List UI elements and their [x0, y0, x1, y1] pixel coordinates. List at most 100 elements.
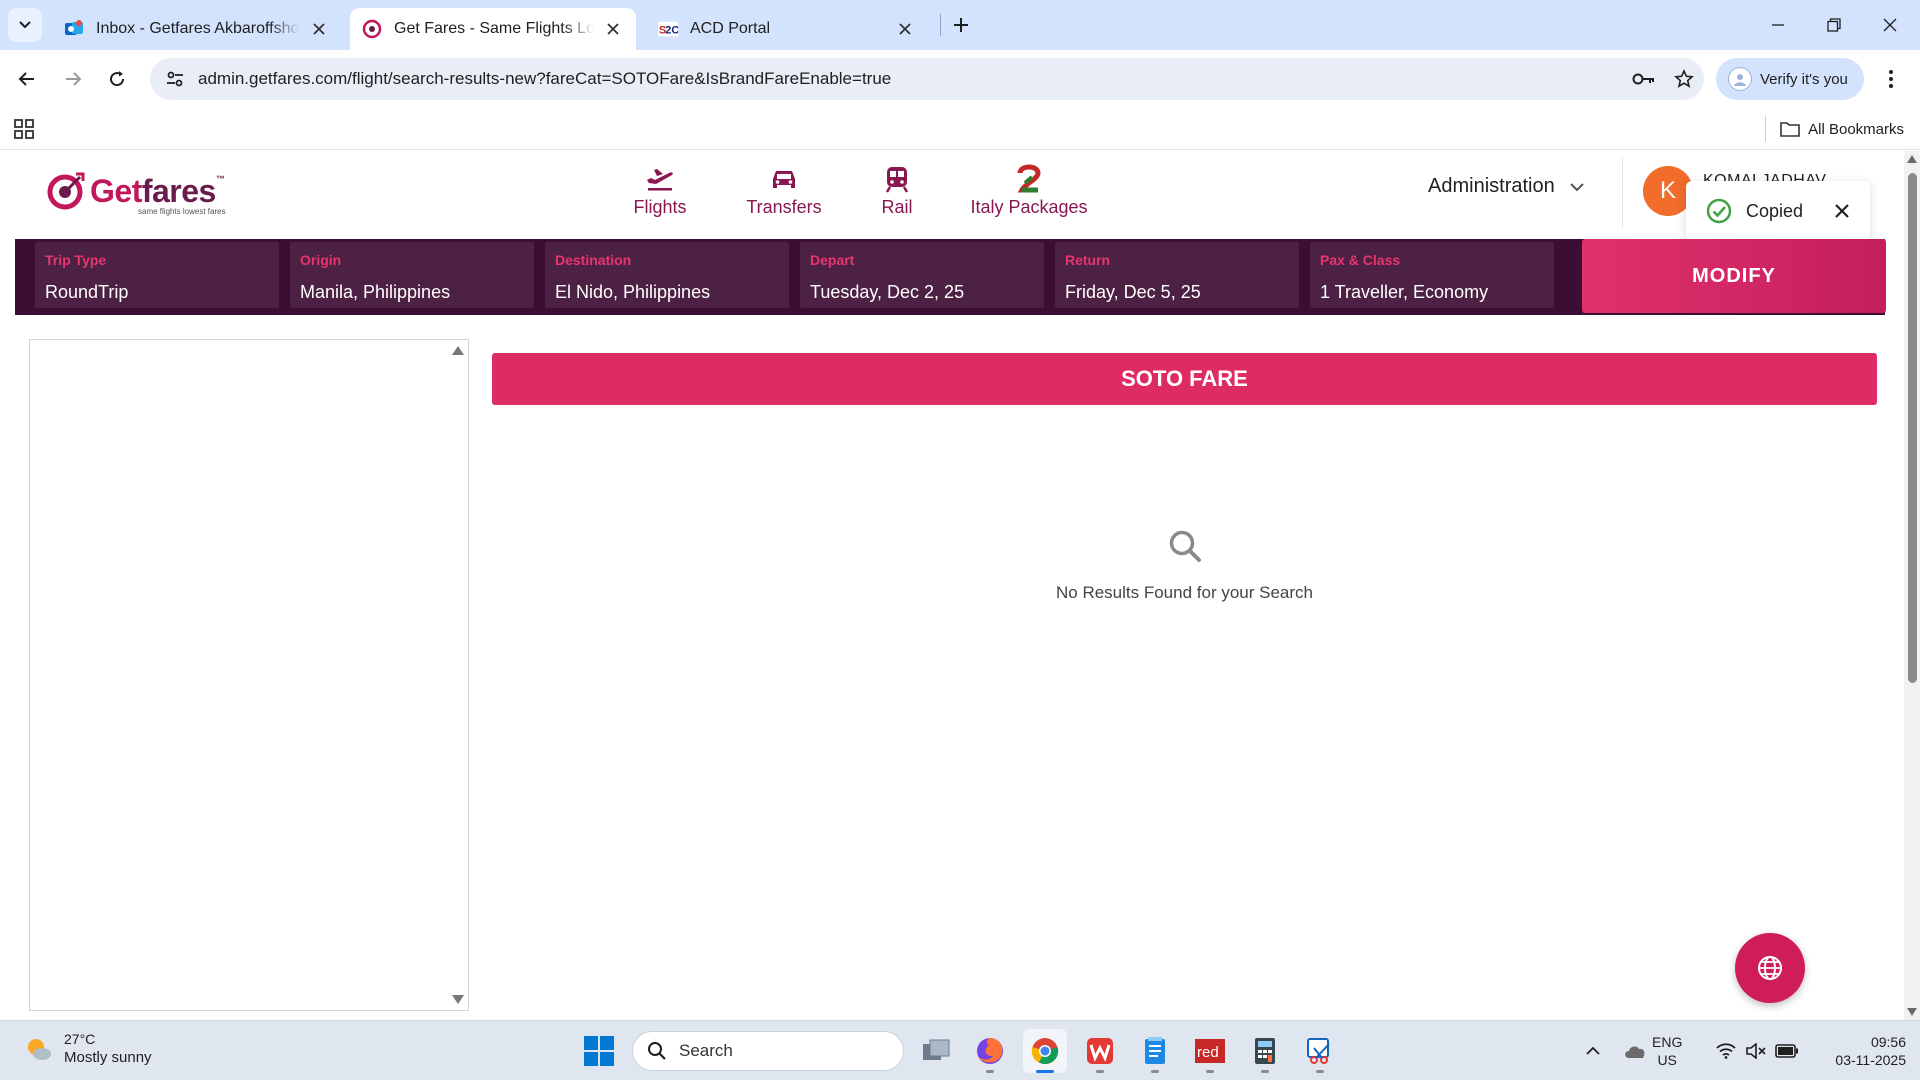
language-globe-button[interactable]	[1735, 933, 1805, 1003]
logo-text-fares: fares	[141, 173, 217, 209]
acd-portal-favicon-icon: S 2C	[658, 19, 678, 39]
folder-icon	[1780, 122, 1800, 137]
nav-label: Transfers	[746, 197, 822, 217]
url-text[interactable]: admin.getfares.com/flight/search-results…	[198, 69, 1624, 89]
return-field[interactable]: Return Friday, Dec 5, 25	[1055, 242, 1299, 308]
battery-tray[interactable]	[1772, 1021, 1802, 1081]
new-tab-button[interactable]	[944, 8, 978, 42]
calculator-icon	[1255, 1038, 1275, 1064]
windows-taskbar: 27°C Mostly sunny Search red ENG US 09:5…	[0, 1020, 1920, 1080]
tab-search-button[interactable]	[8, 8, 42, 42]
system-clock[interactable]: 09:56 03-11-2025	[1808, 1033, 1906, 1069]
bookmarks-bar: All Bookmarks	[0, 108, 1920, 150]
field-label: Pax & Class	[1320, 252, 1401, 268]
browser-menu-button[interactable]	[1874, 62, 1908, 96]
all-bookmarks-button[interactable]: All Bookmarks	[1765, 116, 1904, 142]
onedrive-tray[interactable]	[1620, 1021, 1650, 1081]
redis-app[interactable]: red	[1188, 1029, 1232, 1073]
task-view-icon	[923, 1039, 950, 1060]
tab-close-icon[interactable]	[308, 18, 330, 40]
bookmark-star-icon[interactable]	[1664, 59, 1704, 99]
reload-button[interactable]	[100, 62, 134, 96]
origin-field[interactable]: Origin Manila, Philippines	[290, 242, 534, 308]
notepad-app[interactable]	[1133, 1029, 1177, 1073]
scroll-down-arrow[interactable]	[452, 995, 464, 1004]
verify-identity-button[interactable]: Verify it's you	[1716, 58, 1864, 100]
user-name[interactable]: KOMALJADHAV	[1703, 167, 1826, 181]
password-key-icon[interactable]	[1624, 59, 1664, 99]
restore-button[interactable]	[1806, 0, 1862, 50]
tab-title: Get Fares - Same Flights Lowest Fares	[394, 20, 594, 37]
toast-close-button[interactable]	[1830, 199, 1854, 223]
tab-title: Inbox - Getfares Akbaroffshore	[96, 20, 300, 37]
tab-acd-portal[interactable]: S 2C ACD Portal	[646, 8, 928, 50]
minimize-button[interactable]	[1750, 0, 1806, 50]
minimize-icon	[1772, 24, 1784, 26]
search-summary-bar: Trip Type RoundTrip Origin Manila, Phili…	[15, 239, 1886, 315]
address-bar[interactable]: admin.getfares.com/flight/search-results…	[150, 58, 1704, 100]
close-window-button[interactable]	[1862, 0, 1918, 50]
scroll-down-arrow[interactable]	[1907, 1008, 1917, 1016]
tab-inbox[interactable]: Inbox - Getfares Akbaroffshore	[52, 8, 342, 50]
chevron-down-icon	[19, 21, 31, 29]
forward-button[interactable]	[56, 62, 90, 96]
field-value: 1 Traveller, Economy	[1320, 282, 1489, 302]
wifi-icon	[1716, 1043, 1736, 1059]
no-results-state: No Results Found for your Search	[492, 529, 1877, 603]
modify-button[interactable]: MODIFY	[1582, 239, 1886, 313]
search-icon	[648, 1042, 666, 1060]
reload-icon	[110, 71, 125, 87]
nav-rail[interactable]: Rail	[874, 163, 920, 233]
getfares-logo[interactable]: Getfares™ same flights lowest fares	[46, 165, 246, 217]
task-view-app[interactable]	[914, 1029, 958, 1073]
apps-grid-icon[interactable]	[12, 117, 36, 141]
verify-label: Verify it's you	[1760, 70, 1848, 88]
field-value: RoundTrip	[45, 282, 129, 302]
tab-close-icon[interactable]	[894, 18, 916, 40]
chrome-icon	[1031, 1038, 1059, 1065]
field-value: El Nido, Philippines	[555, 282, 711, 302]
field-value: Manila, Philippines	[300, 282, 451, 302]
destination-field[interactable]: Destination El Nido, Philippines	[545, 242, 789, 308]
trip-type-field[interactable]: Trip Type RoundTrip	[35, 242, 279, 308]
soto-fare-banner: SOTO FARE	[492, 353, 1877, 405]
firefox-app[interactable]	[968, 1029, 1012, 1073]
wps-office-app[interactable]	[1078, 1029, 1122, 1073]
wifi-tray[interactable]	[1712, 1021, 1740, 1081]
field-label: Return	[1065, 252, 1111, 268]
site-info-icon[interactable]	[154, 58, 196, 100]
nav-flights[interactable]: Flights	[626, 163, 694, 233]
weather-widget[interactable]: 27°C Mostly sunny	[24, 1031, 152, 1066]
administration-label: Administration	[1428, 175, 1555, 197]
getfares-favicon-icon	[362, 19, 382, 39]
taskbar-search-box[interactable]: Search	[632, 1031, 904, 1071]
nav-transfers[interactable]: Transfers	[744, 163, 824, 233]
train-icon	[885, 163, 909, 195]
snipping-tool-app[interactable]	[1298, 1029, 1342, 1073]
administration-dropdown[interactable]: Administration	[1428, 175, 1585, 198]
car-icon	[771, 163, 797, 195]
scroll-up-arrow[interactable]	[1907, 155, 1917, 163]
page-scrollbar[interactable]	[1904, 151, 1920, 1020]
show-hidden-icons-button[interactable]	[1580, 1021, 1606, 1081]
pax-class-field[interactable]: Pax & Class 1 Traveller, Economy	[1310, 242, 1554, 308]
cloud-icon	[1625, 1046, 1645, 1058]
chrome-app[interactable]	[1023, 1029, 1067, 1073]
field-label: Trip Type	[45, 252, 107, 268]
scrollbar-thumb[interactable]	[1908, 173, 1917, 683]
nav-italy-packages[interactable]: Italy Packages	[970, 163, 1088, 233]
snipping-tool-icon	[1307, 1038, 1330, 1064]
tab-close-icon[interactable]	[602, 18, 624, 40]
tab-getfares[interactable]: Get Fares - Same Flights Lowest Fares	[350, 8, 636, 50]
calculator-app[interactable]	[1243, 1029, 1287, 1073]
windows-start-icon[interactable]	[583, 1035, 615, 1067]
depart-field[interactable]: Depart Tuesday, Dec 2, 25	[800, 242, 1044, 308]
volume-tray[interactable]	[1742, 1021, 1770, 1081]
arrow-left-icon	[18, 72, 34, 86]
plane-icon	[645, 163, 675, 195]
getfares-logo-icon	[47, 172, 85, 210]
language-indicator[interactable]: ENG US	[1652, 1033, 1682, 1069]
back-button[interactable]	[10, 62, 44, 96]
filter-panel[interactable]	[29, 339, 469, 1011]
scroll-up-arrow[interactable]	[452, 346, 464, 355]
